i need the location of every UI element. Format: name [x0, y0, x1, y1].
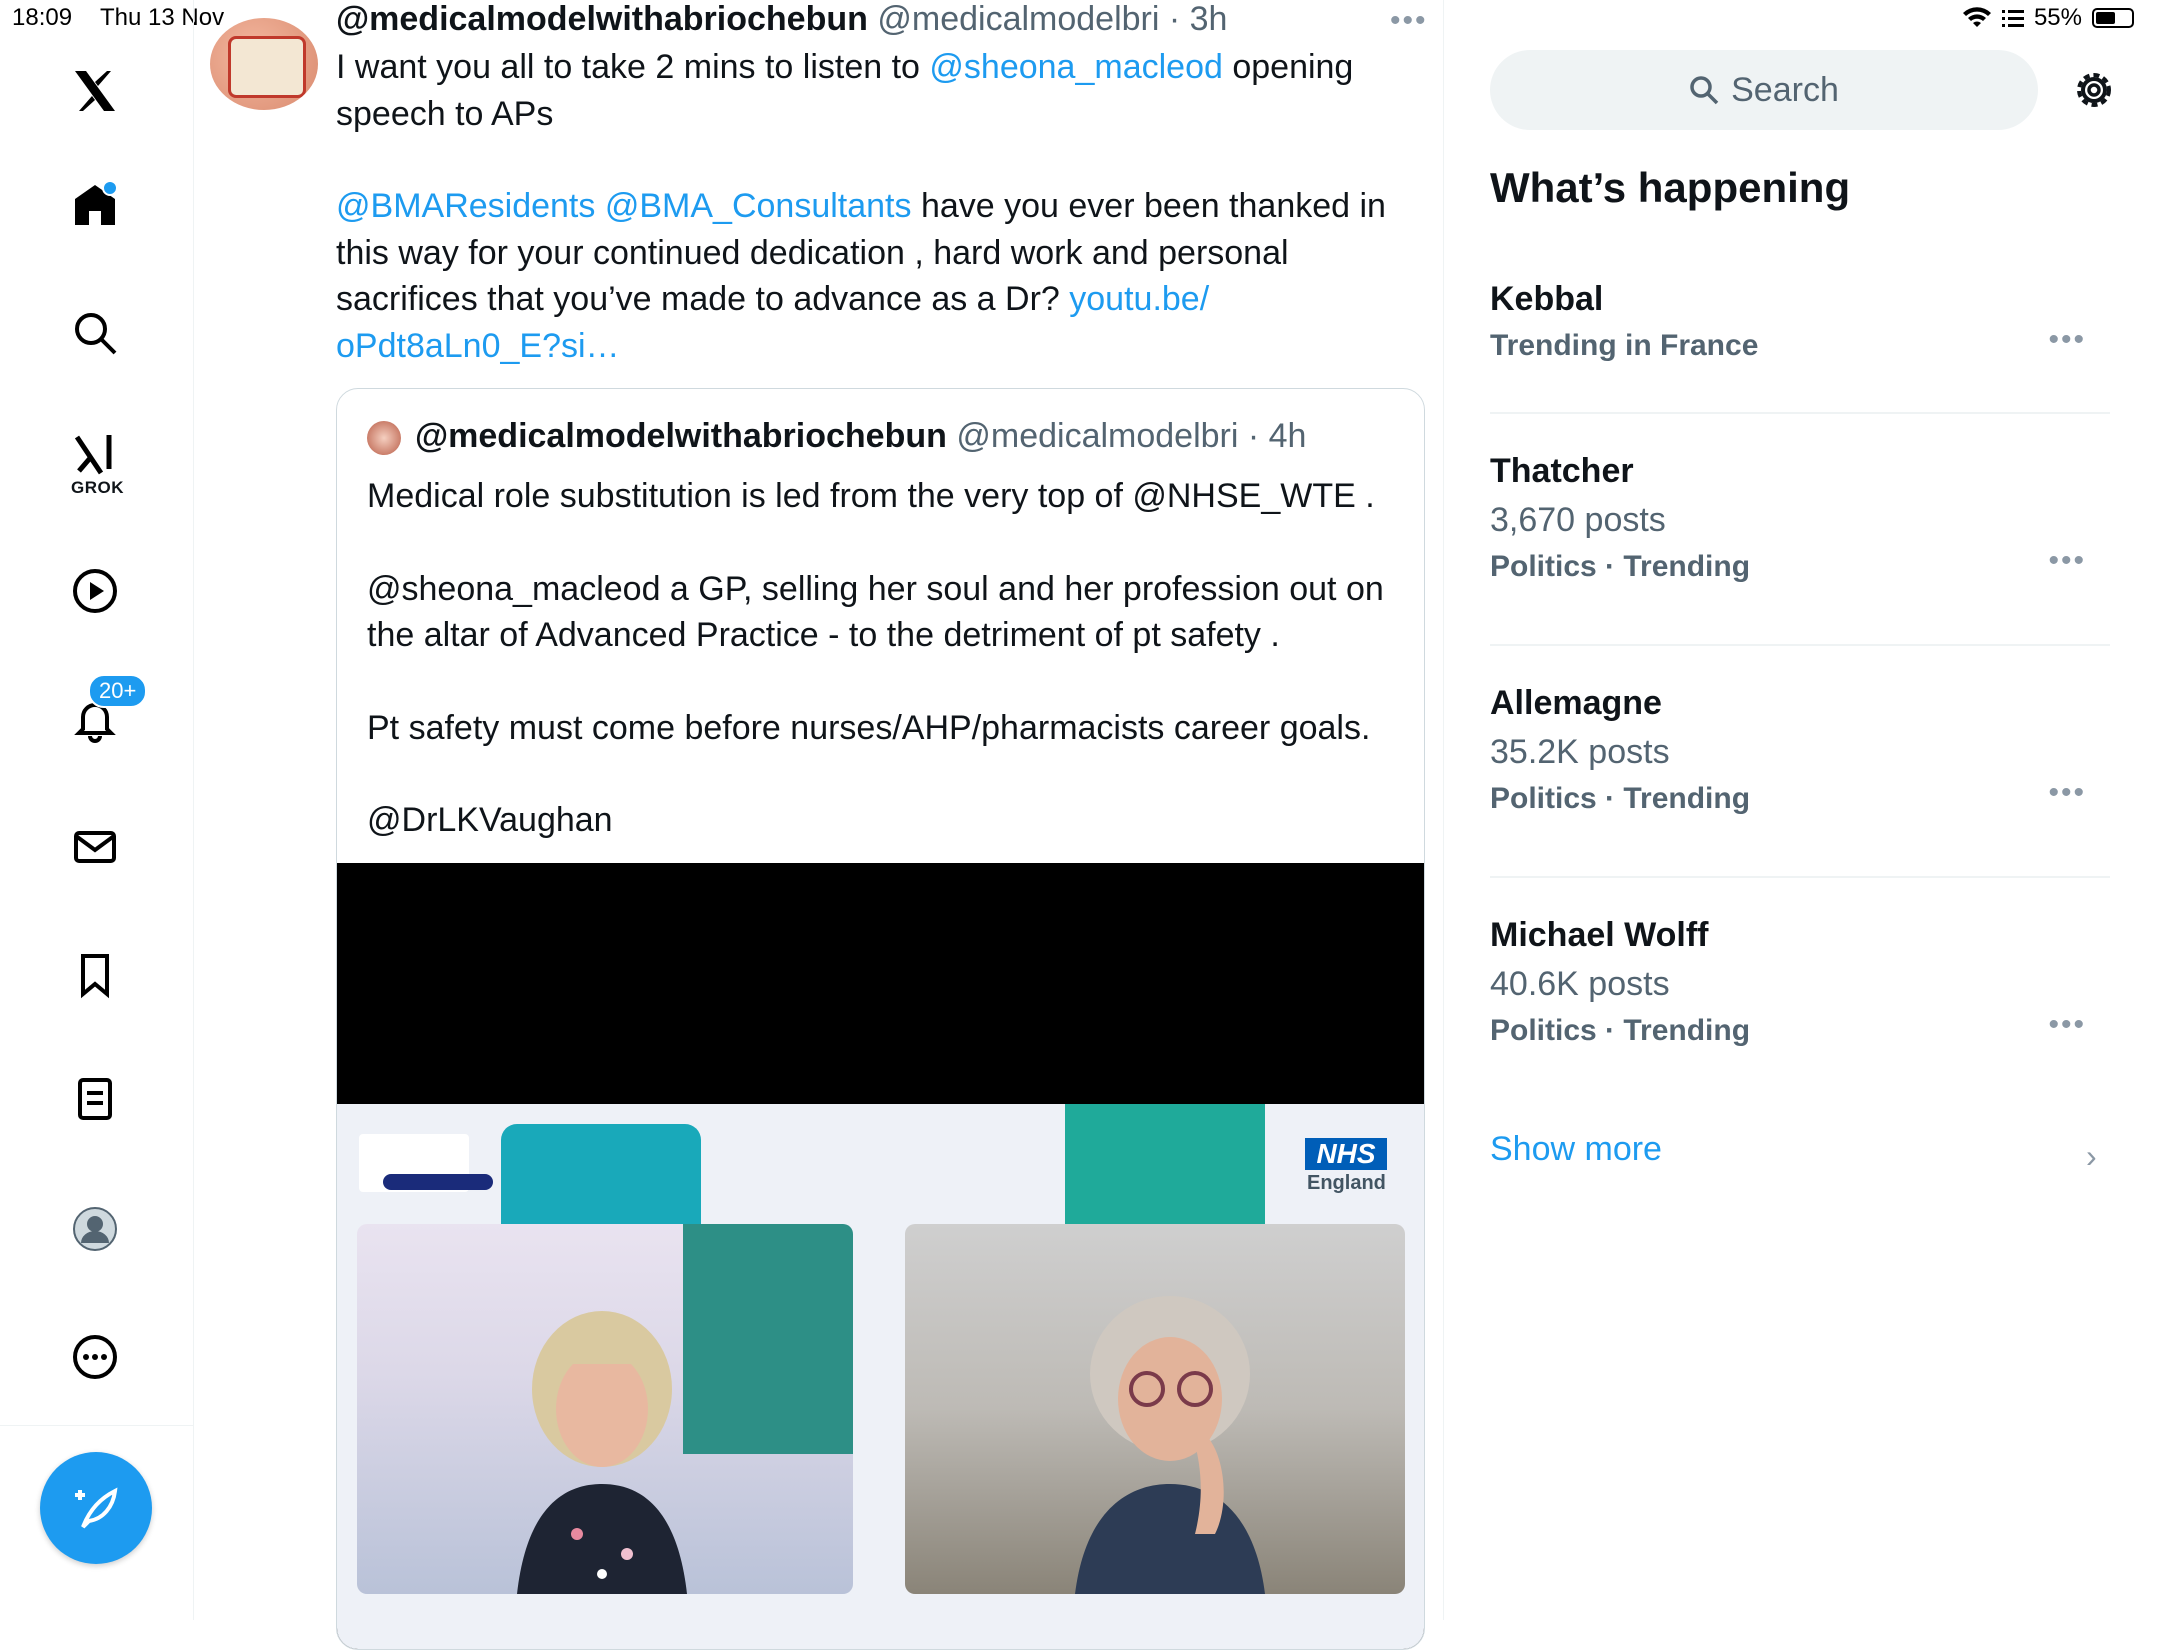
- trend-item[interactable]: Allemagne 35.2K posts Politics · Trendin…: [1490, 684, 2110, 816]
- wifi-icon: [1962, 7, 1991, 27]
- status-indicators: 55%: [1962, 4, 2134, 32]
- trend-more-icon[interactable]: •••: [2048, 1008, 2086, 1042]
- trend-name: Thatcher: [1490, 452, 1634, 490]
- video-frame: NHS England: [337, 1104, 1424, 1649]
- whats-happening-title: What’s happening: [1490, 164, 1851, 211]
- battery-icon: [2092, 8, 2134, 28]
- search-placeholder: Search: [1731, 70, 1839, 109]
- trend-post-count: 3,670 posts: [1490, 501, 1666, 539]
- trend-category: Politics · Trending: [1490, 782, 1751, 815]
- trend-category: Politics · Trending: [1490, 550, 1751, 583]
- grok-label: GROK: [71, 478, 124, 497]
- quoted-separator: ·: [1238, 417, 1269, 455]
- quoted-paragraph: Medical role substitution is led from th…: [367, 477, 1375, 515]
- conference-logo-pill: [383, 1174, 493, 1190]
- quoted-tweet-header: @medicalmodelwithabriochebun @medicalmod…: [415, 417, 1306, 456]
- lists-icon[interactable]: [60, 1064, 130, 1134]
- trend-more-icon[interactable]: •••: [2048, 776, 2086, 810]
- tweet-text: I want you all to take 2 mins to listen …: [336, 44, 1396, 369]
- trend-category: Politics · Trending: [1490, 1014, 1751, 1047]
- tweet-mention-link[interactable]: @BMAResidents: [336, 187, 595, 225]
- quoted-author-avatar[interactable]: [367, 421, 401, 455]
- search-icon[interactable]: [60, 298, 130, 368]
- trend-category: Trending in France: [1490, 329, 1759, 362]
- show-more-link[interactable]: Show more: [1490, 1130, 1662, 1169]
- trend-item[interactable]: Michael Wolff 40.6K posts Politics · Tre…: [1490, 916, 2110, 1048]
- tweet-text-segment: I want you all to take 2 mins to listen …: [336, 48, 930, 86]
- bookmark-icon[interactable]: [60, 940, 130, 1010]
- profile-avatar-icon[interactable]: [60, 1194, 130, 1264]
- tweet-mention-link[interactable]: @sheona_macleod: [929, 48, 1222, 86]
- quoted-tweet-text: Medical role substitution is led from th…: [367, 473, 1407, 844]
- tweet-mention-link[interactable]: @BMA_Consultants: [605, 187, 912, 225]
- left-navigation: GROK 20+: [0, 0, 194, 1620]
- tweet-display-name[interactable]: @medicalmodelwithabriochebun: [336, 0, 868, 38]
- trend-name: Michael Wolff: [1490, 916, 1709, 954]
- quoted-video-player[interactable]: NHS England: [337, 863, 1424, 1649]
- battery-percent: 55%: [2033, 4, 2082, 31]
- trend-name: Kebbal: [1490, 280, 1604, 318]
- trend-post-count: 40.6K posts: [1490, 965, 1670, 1003]
- speaker-right-video: [905, 1224, 1405, 1594]
- speaker-left-figure: [517, 1311, 687, 1594]
- x-logo-icon[interactable]: [60, 56, 130, 126]
- quoted-paragraph: Pt safety must come before nurses/AHP/ph…: [367, 708, 1371, 747]
- trend-more-icon[interactable]: •••: [2048, 323, 2086, 357]
- trend-item[interactable]: Kebbal Trending in France •••: [1490, 280, 2110, 363]
- home-unread-dot: [102, 180, 118, 196]
- notifications-badge: 20+: [88, 674, 148, 708]
- quoted-handle[interactable]: @medicalmodelbri: [956, 417, 1238, 455]
- trend-item[interactable]: Thatcher 3,670 posts Politics · Trending…: [1490, 452, 2110, 584]
- nhs-logo: NHS: [1305, 1138, 1387, 1170]
- quoted-paragraph: @sheona_macleod a GP, selling her soul a…: [367, 569, 1384, 655]
- search-icon: [1690, 76, 1719, 105]
- speaker-left-video: [357, 1224, 853, 1594]
- trend-divider: [1490, 644, 2110, 646]
- quoted-paragraph: @DrLKVaughan: [367, 801, 613, 839]
- compose-feather-icon: [75, 1487, 118, 1529]
- home-icon[interactable]: [60, 170, 130, 240]
- chevron-right-icon: ›: [2086, 1138, 2097, 1174]
- tweet-time[interactable]: 3h: [1190, 0, 1228, 38]
- search-bar[interactable]: Search: [1490, 50, 2038, 130]
- trend-divider: [1490, 876, 2110, 878]
- tweet-handle[interactable]: @medicalmodelbri: [877, 0, 1159, 38]
- more-options-icon[interactable]: [60, 1322, 130, 1392]
- tweet-separator: ·: [1159, 0, 1190, 38]
- video-play-icon[interactable]: [60, 556, 130, 626]
- quoted-display-name[interactable]: @medicalmodelwithabriochebun: [415, 417, 947, 455]
- settings-gear-icon[interactable]: [2070, 66, 2118, 114]
- trend-post-count: 35.2K posts: [1490, 733, 1670, 771]
- trend-more-icon[interactable]: •••: [2048, 544, 2086, 578]
- speaker-right-figure: [1075, 1296, 1265, 1594]
- compose-post-button[interactable]: [40, 1452, 152, 1564]
- trend-divider: [1490, 412, 2110, 414]
- nav-divider: [0, 1425, 193, 1426]
- quoted-time[interactable]: 4h: [1269, 417, 1307, 455]
- messages-envelope-icon[interactable]: [60, 812, 130, 882]
- trend-name: Allemagne: [1490, 684, 1662, 722]
- tweet-more-icon[interactable]: •••: [1390, 4, 1428, 38]
- nhs-logo-subtitle: England: [1307, 1172, 1386, 1194]
- quoted-tweet-card[interactable]: @medicalmodelwithabriochebun @medicalmod…: [336, 388, 1425, 1650]
- slide-teal-shape: [1065, 1104, 1265, 1244]
- list-icon: [2001, 10, 2024, 27]
- tweet-header: @medicalmodelwithabriochebun @medicalmod…: [336, 0, 1227, 39]
- tweet-author-avatar[interactable]: [210, 18, 318, 110]
- notifications-bell-icon[interactable]: 20+: [60, 674, 148, 754]
